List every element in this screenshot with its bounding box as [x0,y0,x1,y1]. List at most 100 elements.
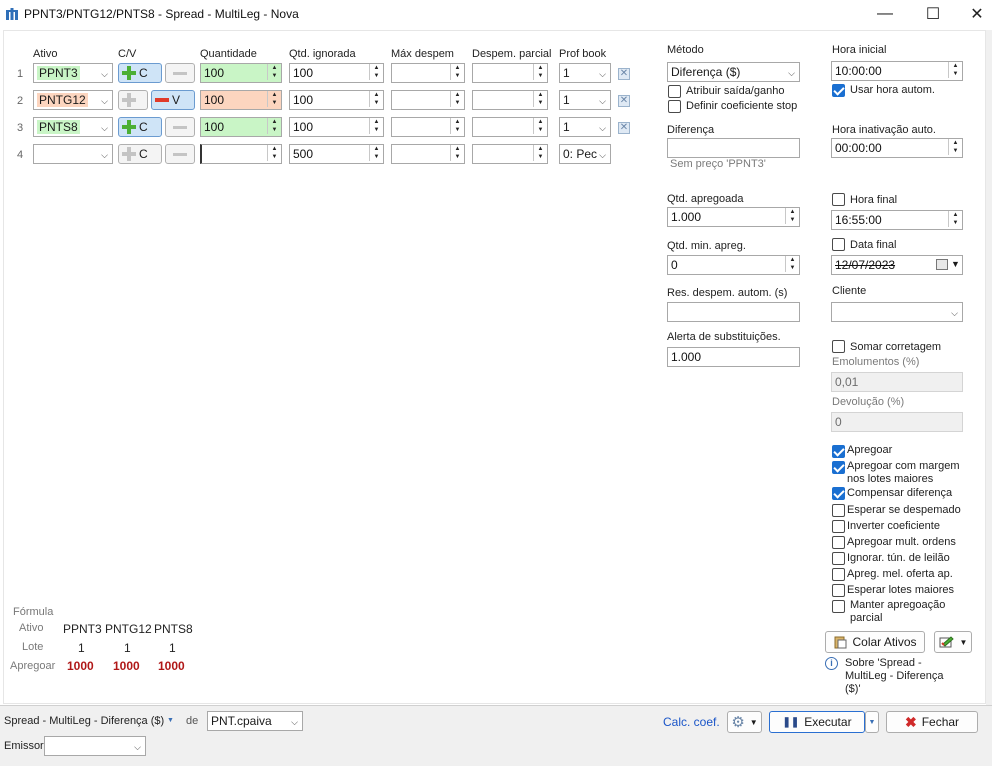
hora-inicial-input[interactable]: 10:00:00 [831,61,963,81]
spinner[interactable]: ▲ ▼ [449,145,464,163]
emolumentos-input[interactable]: 0,01 [831,372,963,392]
apregoar-mult-checkbox[interactable] [832,536,845,549]
metodo-select[interactable]: Diferença ($) ⌵ [667,62,800,82]
data-final-checkbox[interactable] [832,238,845,251]
manter-apregoacao-checkbox[interactable] [832,600,845,613]
spin-down-icon: ▼ [789,217,796,223]
compensar-checkbox[interactable] [832,487,845,500]
hora-final-checkbox[interactable] [832,193,845,206]
close-window-button[interactable]: ✕ [954,0,992,28]
sell-button[interactable] [165,144,195,164]
sell-button[interactable]: V [151,90,195,110]
chevron-down-icon: ⌵ [101,150,108,160]
spinner[interactable]: ▲ ▼ [266,145,281,163]
formula-ativo-cell: PPNT3 [63,622,102,636]
somar-corretagem-checkbox[interactable] [832,340,845,353]
spinner[interactable]: ▲ ▼ [266,64,281,82]
calendar-icon[interactable] [936,259,948,270]
spinner[interactable]: ▲ ▼ [449,64,464,82]
spinner[interactable]: ▲ ▼ [947,211,962,229]
info-icon: i [825,657,838,670]
chevron-down-icon[interactable]: ▼ [951,259,960,269]
plus-icon [122,147,136,161]
diferenca-input[interactable] [667,138,800,158]
spinner[interactable]: ▲ ▼ [532,91,547,109]
executar-dropdown-button[interactable]: ▼ [865,711,879,733]
spinner[interactable]: ▲ ▼ [532,145,547,163]
apreg-mel-checkbox[interactable] [832,568,845,581]
buy-button[interactable]: C [118,144,162,164]
devolucao-input[interactable]: 0 [831,412,963,432]
emissor-select[interactable]: ⌵ [44,736,146,756]
leg-ativo-select[interactable]: PPNT3 ⌵ [33,63,113,83]
prof-book-select[interactable]: 1 ⌵ [559,63,611,83]
leg-ativo-select[interactable]: ⌵ [33,144,113,164]
calc-coef-link[interactable]: Calc. coef. [663,715,720,729]
account-select[interactable]: PNT.cpaiva ⌵ [207,711,303,731]
remove-leg-icon[interactable]: ✕ [618,68,630,80]
edit-menu-button[interactable]: ▼ [934,631,972,653]
minimize-button[interactable]: — [862,0,908,28]
leg-ativo-select[interactable]: PNTS8 ⌵ [33,117,113,137]
spinner[interactable]: ▲ ▼ [449,118,464,136]
inverter-checkbox[interactable] [832,520,845,533]
ignorar-tun-checkbox[interactable] [832,552,845,565]
cliente-select[interactable]: ⌵ [831,302,963,322]
formula-lote-cell: 1 [169,641,176,655]
fechar-button[interactable]: ✖ Fechar [886,711,978,733]
spinner[interactable]: ▲ ▼ [368,118,383,136]
spinner[interactable]: ▲ ▼ [784,208,799,226]
spinner[interactable]: ▲ ▼ [449,91,464,109]
settings-menu-button[interactable]: ⚙ ▼ [727,711,762,733]
pause-icon: ❚❚ [782,716,800,728]
usar-hora-checkbox[interactable] [832,84,845,97]
spinner[interactable]: ▲ ▼ [532,118,547,136]
spinner[interactable]: ▲ ▼ [947,62,962,80]
spin-down-icon: ▼ [454,73,461,79]
hora-final-input[interactable]: 16:55:00 [831,210,963,230]
leg-ativo-select[interactable]: PNTG12 ⌵ [33,90,113,110]
hora-inativacao-input[interactable]: 00:00:00 [831,138,963,158]
cliente-label: Cliente [832,285,867,297]
sobre-link[interactable]: Sobre 'Spread - MultiLeg - Diferença ($)… [845,657,960,696]
res-despem-input[interactable] [667,302,800,322]
esperar-lotes-checkbox[interactable] [832,584,845,597]
qtd-min-input[interactable]: 0 [667,255,800,275]
definir-checkbox[interactable] [668,100,681,113]
qtd-apregoada-input[interactable]: 1.000 [667,207,800,227]
esperar-despemado-checkbox[interactable] [832,504,845,517]
buy-button[interactable]: C [118,117,162,137]
spinner[interactable]: ▲ ▼ [368,64,383,82]
spin-up-icon: ▲ [454,119,461,125]
prof-book-select[interactable]: 1 ⌵ [559,90,611,110]
prof-book-select[interactable]: 0: Pec ⌵ [559,144,611,164]
spinner[interactable]: ▲ ▼ [784,256,799,274]
maximize-button[interactable]: ☐ [910,0,956,28]
strategy-label[interactable]: Spread - MultiLeg - Diferença ($) [4,715,164,727]
spinner[interactable]: ▲ ▼ [947,139,962,157]
apregoar-margem-checkbox[interactable] [832,461,845,474]
remove-leg-icon[interactable]: ✕ [618,95,630,107]
prof-book-select[interactable]: 1 ⌵ [559,117,611,137]
colar-ativos-button[interactable]: Colar Ativos [825,631,925,653]
chevron-down-icon[interactable]: ▼ [167,717,174,724]
apregoar-checkbox[interactable] [832,445,845,458]
spinner[interactable]: ▲ ▼ [368,91,383,109]
remove-leg-icon[interactable]: ✕ [618,122,630,134]
spinner[interactable]: ▲ ▼ [266,118,281,136]
inverter-label: Inverter coeficiente [847,520,940,532]
spinner[interactable]: ▲ ▼ [266,91,281,109]
executar-button[interactable]: ❚❚ Executar [769,711,865,733]
buy-button[interactable] [118,90,148,110]
spinner[interactable]: ▲ ▼ [532,64,547,82]
atribuir-checkbox[interactable] [668,85,681,98]
spin-up-icon: ▲ [789,209,796,215]
spin-down-icon: ▼ [537,127,544,133]
spin-down-icon: ▼ [537,73,544,79]
spinner[interactable]: ▲ ▼ [368,145,383,163]
alerta-input[interactable]: 1.000 [667,347,800,367]
sell-button[interactable] [165,117,195,137]
buy-button[interactable]: C [118,63,162,83]
formula-apregoar-cell: 1000 [158,659,185,673]
sell-button[interactable] [165,63,195,83]
